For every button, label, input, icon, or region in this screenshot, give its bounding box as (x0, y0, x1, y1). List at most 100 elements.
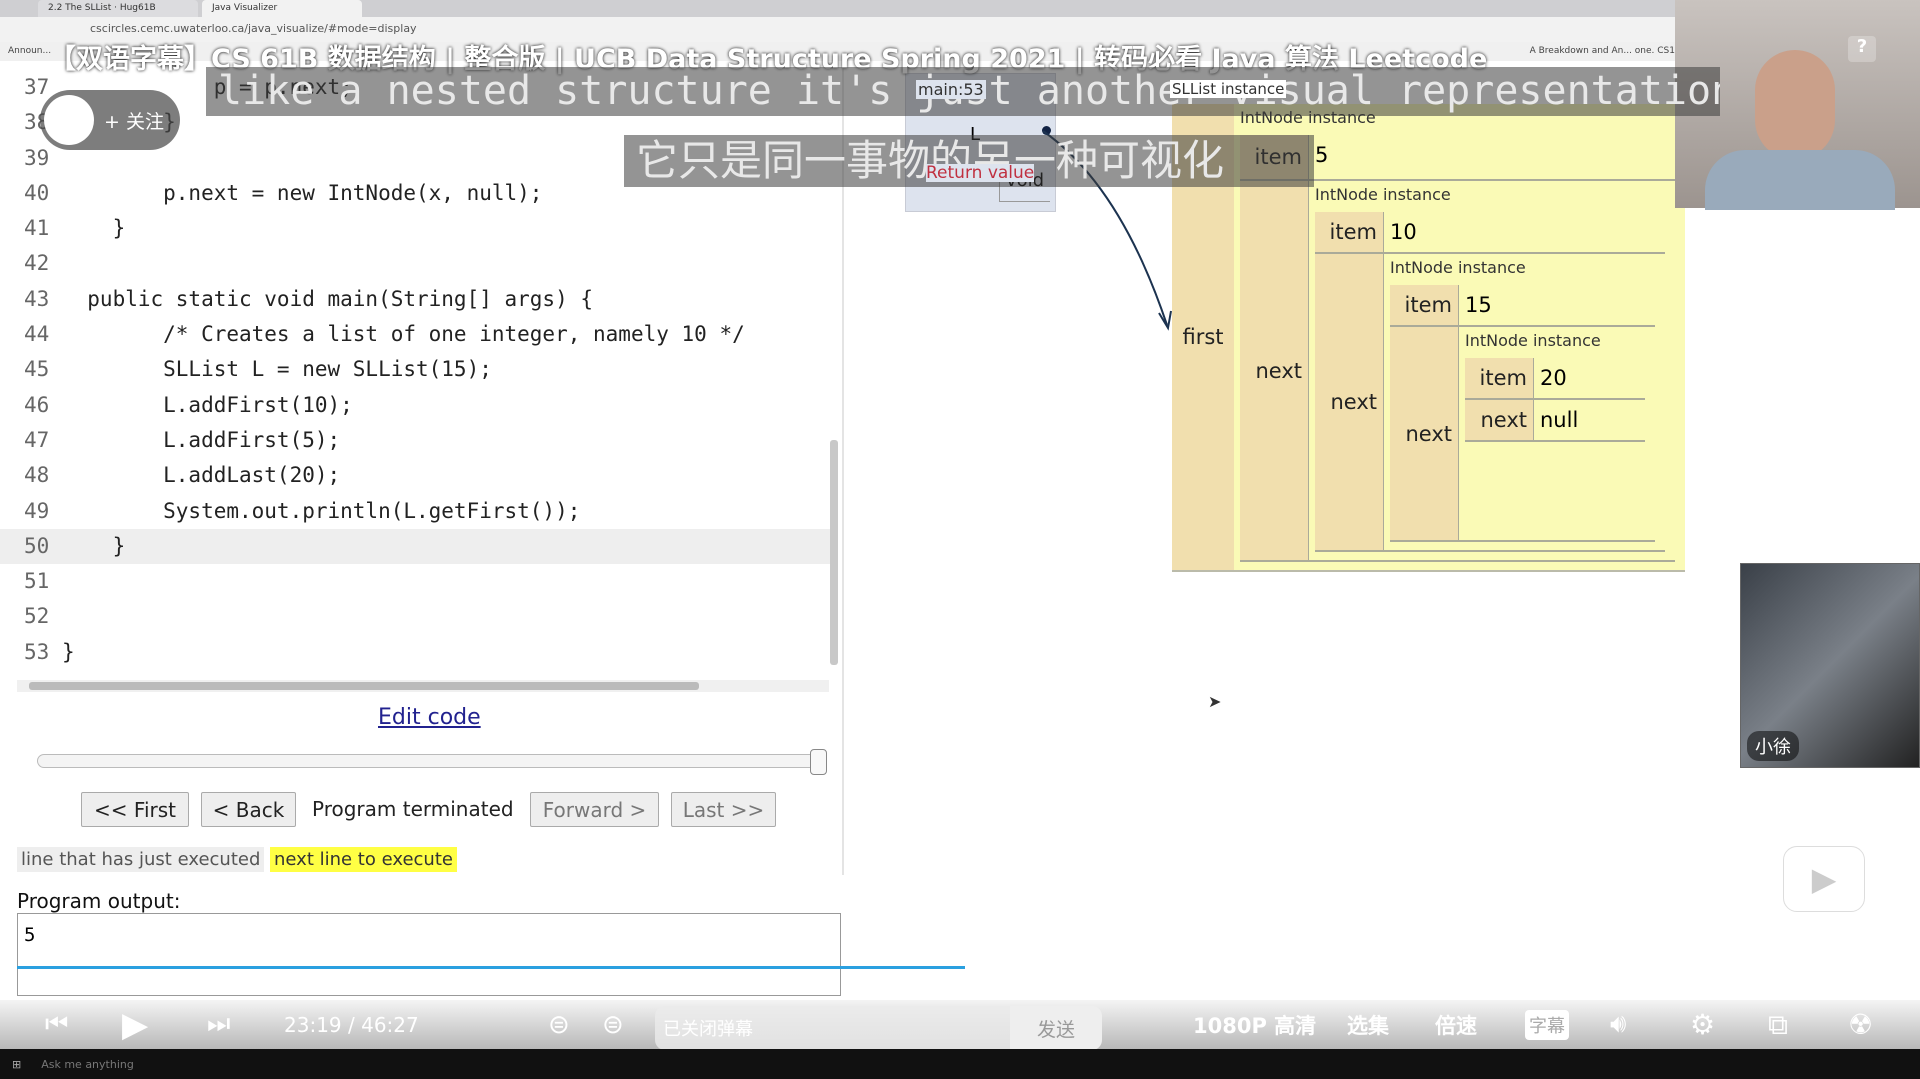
legend-next: next line to execute (270, 847, 457, 872)
line-text: /* Creates a list of one integer, namely… (62, 322, 745, 347)
browser-tabs: 2.2 The SLList · Hug61B Java Visualizer (0, 0, 1675, 17)
code-line: 50 } (0, 528, 830, 565)
code-line: 47 L.addFirst(5); (0, 423, 830, 458)
line-text: L.addFirst(10); (62, 392, 353, 417)
first-button[interactable]: << First (81, 792, 189, 827)
bookmark-left[interactable]: Announ... (8, 46, 51, 61)
line-text: public static void main(String[] args) { (62, 286, 594, 311)
volume-icon[interactable]: 🔊︎ (1610, 1009, 1626, 1040)
line-number: 52 (24, 604, 50, 629)
field-next: next (1390, 327, 1458, 540)
item-value: 20 (1533, 358, 1645, 398)
code-line: 46 L.addFirst(10); (0, 388, 830, 423)
forward-button[interactable]: Forward > (530, 792, 659, 827)
help-icon[interactable]: ? (1848, 36, 1876, 62)
player-controls: ⏮ ▶ ⏭ 23:19 / 46:27 ⊜ ⊜ 已关闭弹幕 发送 1080P 高… (0, 1000, 1920, 1050)
bookmark-right[interactable]: A Breakdown and An... one. CS1 (1530, 46, 1675, 61)
last-button[interactable]: Last >> (671, 792, 776, 827)
follow-button[interactable]: ☺ + 关注 (40, 90, 180, 150)
mini-video[interactable]: 小徐 (1740, 563, 1920, 768)
field-item: item (1315, 212, 1383, 252)
intnode-instance: IntNode instance item 20 next null (1459, 327, 1655, 540)
intnode-label: IntNode instance (1465, 331, 1601, 350)
scroll-thumb[interactable] (29, 682, 699, 690)
code-line: 44 /* Creates a list of one integer, nam… (0, 317, 830, 352)
line-number: 48 (24, 463, 50, 488)
presenter-face (1755, 50, 1835, 160)
send-button[interactable]: 发送 (1010, 1006, 1102, 1050)
settings-gear-icon[interactable]: ⚙ (1690, 1008, 1715, 1041)
field-next: next (1240, 181, 1308, 560)
code-line: 43 public static void main(String[] args… (0, 282, 830, 317)
output-label: Program output: (17, 889, 181, 913)
line-number: 40 (24, 180, 50, 205)
line-number: 44 (24, 322, 50, 347)
edit-code-link[interactable]: Edit code (378, 705, 481, 730)
intnode-label: IntNode instance (1390, 258, 1526, 277)
line-number: 53 (24, 639, 50, 664)
field-item: item (1390, 285, 1458, 325)
play-overlay-icon[interactable]: ▶ (1783, 846, 1865, 912)
item-value: 5 (1308, 135, 1675, 179)
video-progress-bar[interactable] (17, 966, 965, 969)
code-vertical-scrollbar[interactable] (830, 440, 838, 665)
code-line: 41 } (0, 211, 830, 246)
code-line: 51 (0, 564, 830, 599)
step-slider[interactable] (37, 754, 827, 768)
mouse-cursor-icon: ➤ (1208, 692, 1222, 711)
program-output: 5 (17, 913, 841, 996)
intnode-instance: IntNode instance item 10 next IntNode insta… (1309, 181, 1675, 560)
next-row: next null (1465, 400, 1645, 442)
avatar: ☺ (44, 95, 94, 145)
line-text: } (62, 533, 126, 558)
time-display: 23:19 / 46:27 (284, 1012, 419, 1037)
picture-in-picture-icon[interactable]: ⧉ (1768, 1008, 1788, 1042)
tab-sllist[interactable]: 2.2 The SLList · Hug61B (38, 0, 198, 17)
speed-button[interactable]: 倍速 (1435, 1010, 1477, 1040)
item-row: item 15 (1390, 285, 1655, 327)
field-next: next (1315, 254, 1383, 550)
mini-video-name: 小徐 (1747, 731, 1799, 761)
code-line: 42 (0, 246, 830, 281)
legend-executed: line that has just executed (17, 847, 265, 872)
play-icon[interactable]: ▶ (122, 1005, 148, 1045)
next-row: next IntNode instance item 15 next IntNode i… (1315, 254, 1665, 552)
field-next: next (1465, 400, 1533, 440)
line-number: 49 (24, 498, 50, 523)
code-line: 45 SLList L = new SLList(15); (0, 352, 830, 387)
step-slider-thumb[interactable] (810, 749, 827, 775)
intnode-label: IntNode instance (1315, 185, 1451, 204)
next-row: next IntNode instance item 20 next null (1390, 327, 1655, 542)
fullscreen-icon[interactable]: ☢ (1848, 1008, 1873, 1041)
line-number: 45 (24, 357, 50, 382)
line-number: 46 (24, 392, 50, 417)
subtitles-button[interactable]: 字幕 (1525, 1009, 1569, 1040)
follow-label: + 关注 (104, 110, 164, 133)
item-row: item 20 (1465, 358, 1645, 400)
intnode-instance: IntNode instance item 15 next IntNode insta… (1384, 254, 1665, 550)
line-text: } (62, 216, 126, 241)
code-horizontal-scrollbar[interactable] (17, 680, 829, 692)
tab-java-visualizer[interactable]: Java Visualizer (202, 0, 362, 17)
frame-name: main:53 (916, 80, 986, 99)
taskbar-search[interactable]: Ask me anything (41, 1058, 134, 1071)
field-item: item (1465, 358, 1533, 398)
next-icon[interactable]: ⏭ (207, 1009, 230, 1040)
episodes-button[interactable]: 选集 (1347, 1010, 1389, 1040)
presenter-body (1705, 150, 1895, 210)
line-text: System.out.println(L.getFirst()); (62, 498, 581, 523)
previous-icon[interactable]: ⏮ (45, 1009, 68, 1040)
program-status: Program terminated (312, 797, 514, 821)
code-line: 52 (0, 599, 830, 634)
next-row: next IntNode instance item 10 next IntNode i… (1240, 181, 1675, 562)
back-button[interactable]: < Back (201, 792, 296, 827)
code-line: 48 L.addLast(20); (0, 458, 830, 493)
danmu-settings-icon[interactable]: ⊜ (602, 1010, 624, 1040)
quality-button[interactable]: 1080P 高清 (1193, 1010, 1316, 1040)
line-number: 47 (24, 427, 50, 452)
line-text: SLList L = new SLList(15); (62, 357, 492, 382)
danmu-toggle-icon[interactable]: ⊜ (548, 1010, 570, 1040)
code-line: 49 System.out.println(L.getFirst()); (0, 494, 830, 529)
start-icon[interactable]: ⊞ (12, 1058, 21, 1071)
code-line: 53} (0, 635, 830, 670)
